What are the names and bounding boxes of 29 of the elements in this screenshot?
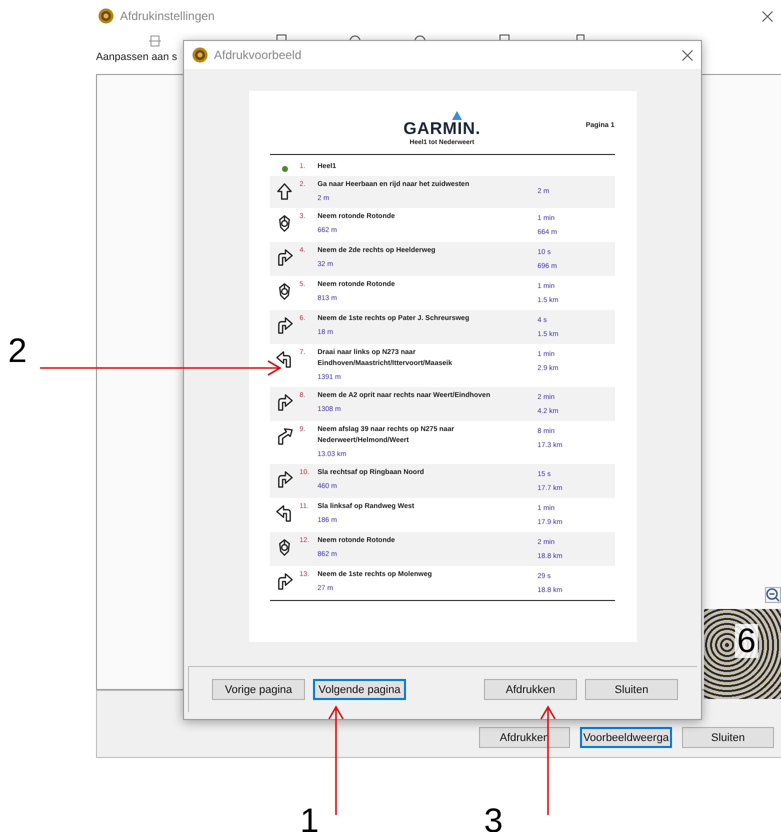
right-turn-arrow-icon bbox=[275, 316, 294, 335]
close-icon[interactable] bbox=[762, 10, 773, 22]
right-turn-arrow-icon bbox=[275, 470, 294, 489]
up-arrow-icon bbox=[275, 182, 294, 201]
close-icon[interactable] bbox=[682, 50, 693, 60]
right-turn-arrow-icon bbox=[275, 572, 294, 591]
preview-button[interactable]: Voorbeeldweerga bbox=[580, 727, 672, 748]
annotation-number: 1 bbox=[300, 804, 319, 832]
bear-right-arrow-icon bbox=[275, 427, 294, 446]
close-button[interactable]: Sluiten bbox=[682, 727, 774, 748]
start-dot-icon bbox=[282, 166, 288, 172]
right-turn-arrow-icon bbox=[275, 248, 294, 267]
previous-page-button[interactable]: Vorige pagina bbox=[212, 679, 305, 700]
app-logo-icon bbox=[192, 47, 208, 63]
fit-page-icon[interactable] bbox=[148, 34, 162, 48]
left-turn-arrow-icon bbox=[275, 504, 294, 523]
logo: GARMIN. bbox=[403, 119, 481, 139]
window-title: Afdrukinstellingen bbox=[120, 9, 215, 23]
annotation-number: 2 bbox=[8, 334, 27, 368]
right-turn-arrow-icon bbox=[275, 393, 294, 412]
triangle-icon bbox=[452, 111, 462, 120]
next-page-button[interactable]: Volgende pagina bbox=[313, 679, 406, 700]
dialog-title: Afdrukvoorbeeld bbox=[214, 48, 302, 62]
app-logo-icon bbox=[98, 8, 114, 24]
close-button[interactable]: Sluiten bbox=[585, 679, 678, 700]
left-turn-arrow-icon bbox=[275, 350, 294, 369]
toolbar-label[interactable]: Aanpassen aan s bbox=[96, 51, 178, 63]
annotation-number: 6 bbox=[735, 624, 758, 658]
print-button[interactable]: Afdrukken bbox=[484, 679, 577, 700]
